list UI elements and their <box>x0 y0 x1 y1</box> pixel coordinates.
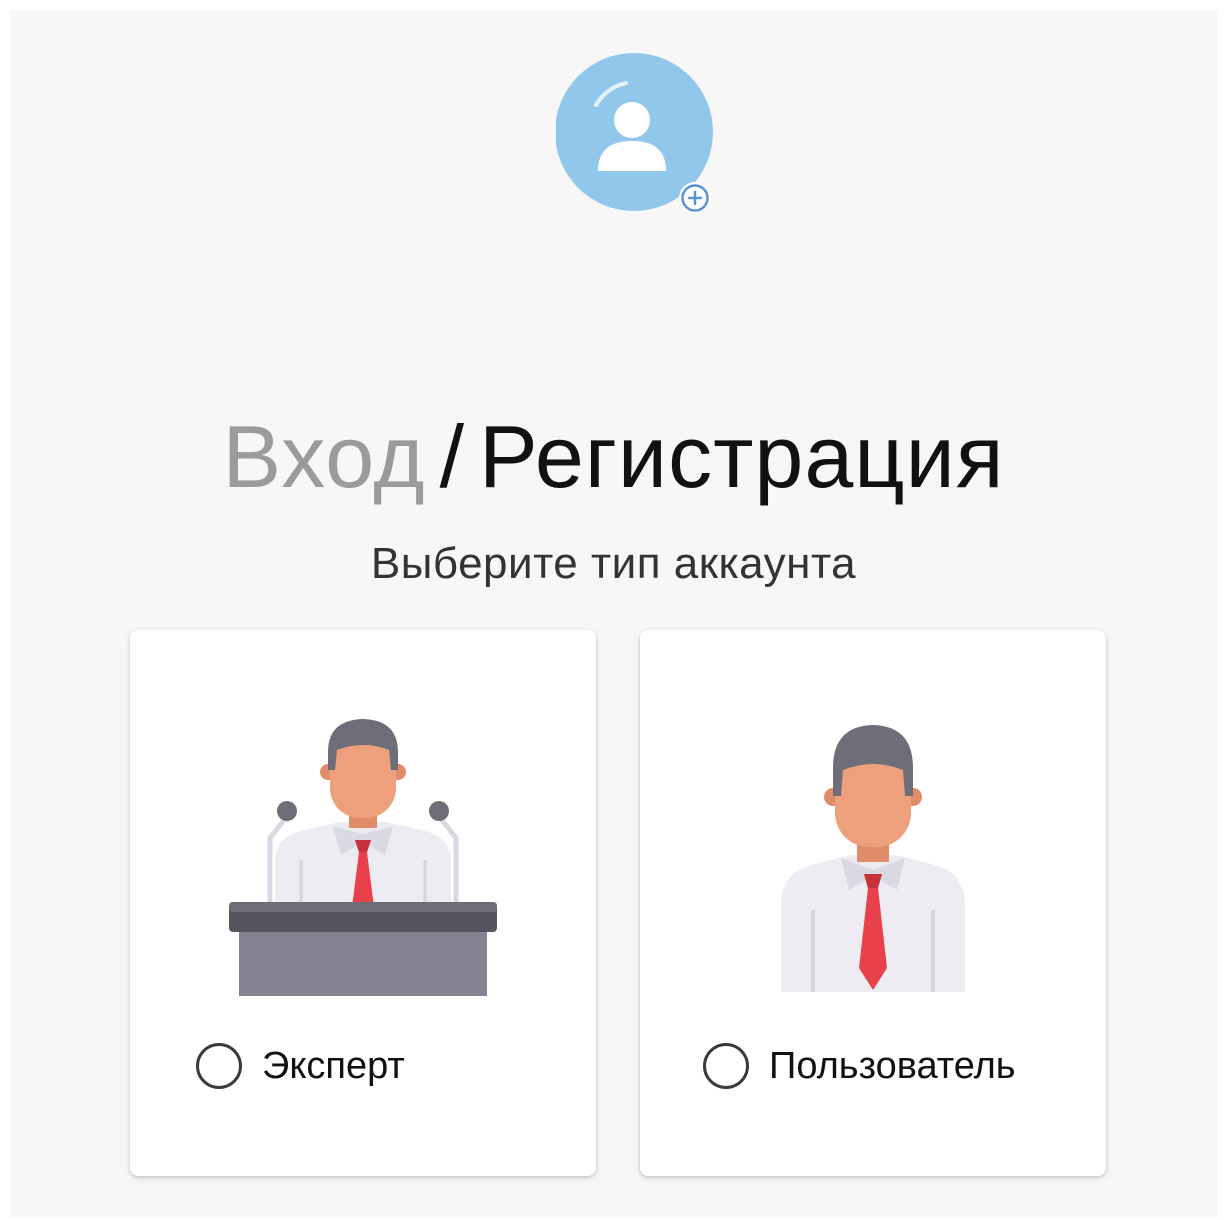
avatar-upload[interactable] <box>555 53 716 214</box>
radio-option-user[interactable]: Пользователь <box>703 1038 1016 1094</box>
account-type-prompt: Выберите тип аккаунта <box>370 539 857 588</box>
speaker-at-podium-icon <box>229 719 497 996</box>
page-title: Вход / Регистрация <box>10 402 1217 512</box>
title-separator: / <box>439 407 466 506</box>
plus-circle-icon <box>679 182 711 214</box>
radio-button-user[interactable] <box>703 1043 749 1089</box>
radio-option-expert[interactable]: Эксперт <box>196 1038 405 1094</box>
account-type-card-user[interactable]: Пользователь <box>640 630 1106 1176</box>
radio-button-expert[interactable] <box>196 1043 242 1089</box>
tab-login[interactable]: Вход <box>223 407 426 506</box>
option-label-expert: Эксперт <box>262 1044 405 1087</box>
person-with-tie-icon <box>781 725 965 992</box>
option-label-user: Пользователь <box>769 1044 1016 1087</box>
registration-screen: Вход/Регистрация Выберите тип аккаунта <box>10 10 1217 1218</box>
account-type-card-expert[interactable]: Эксперт <box>130 630 596 1176</box>
tab-register[interactable]: Регистрация <box>479 407 1004 506</box>
